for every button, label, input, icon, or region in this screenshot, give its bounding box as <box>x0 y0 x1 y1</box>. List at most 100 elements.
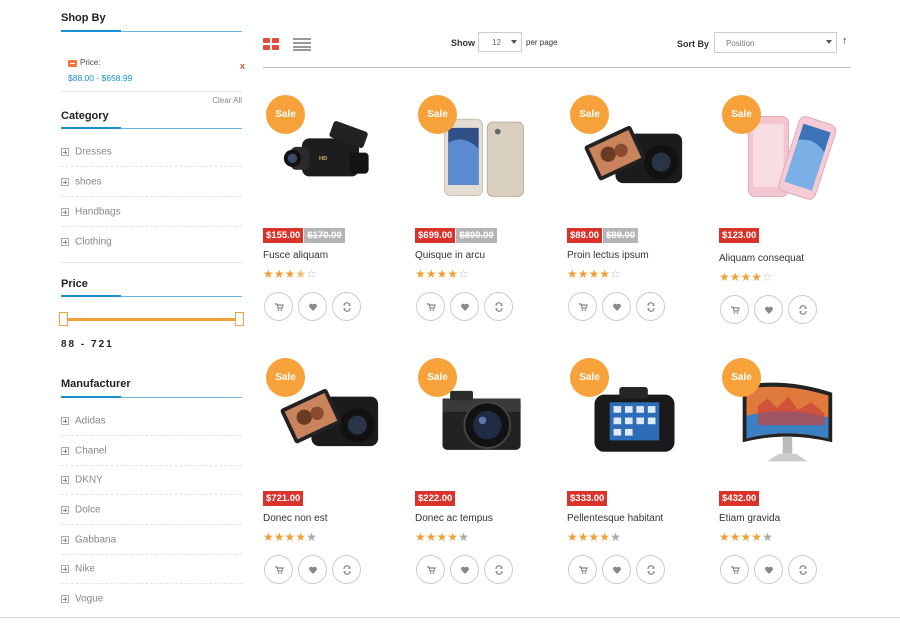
list-view-icon[interactable] <box>293 38 311 51</box>
category-item-clothing[interactable]: Clothing <box>61 227 242 257</box>
limiter-select[interactable]: 12 <box>478 32 522 52</box>
price-row: $699.00 $800.00 <box>415 225 497 243</box>
sort-by-label: Sort By <box>677 39 710 49</box>
manufacturer-item-label: Vogue <box>75 593 104 605</box>
category-item-dresses[interactable]: Dresses <box>61 137 242 167</box>
wishlist-heart-icon[interactable] <box>602 292 631 321</box>
star-icon: ★ <box>447 267 459 281</box>
add-to-cart-icon[interactable] <box>264 555 293 584</box>
sale-badge: Sale <box>570 95 609 134</box>
manufacturer-item-dolce[interactable]: Dolce <box>61 495 242 525</box>
price-slider-max-handle[interactable] <box>235 312 244 326</box>
star-icon: ★ <box>610 530 621 544</box>
category-underline <box>61 127 242 129</box>
compare-icon[interactable] <box>636 555 665 584</box>
rating-stars: ★★★★☆ <box>567 268 621 280</box>
limiter-value: 12 <box>492 38 501 47</box>
product-card[interactable]: Sale $721.00 Donec non est ★★★★★ <box>263 358 403 598</box>
compare-icon[interactable] <box>484 292 513 321</box>
compare-icon[interactable] <box>788 555 817 584</box>
product-card[interactable]: Sale $222.00 Donec ac tempus ★★★★★ <box>415 358 555 598</box>
manufacturer-item-adidas[interactable]: Adidas <box>61 406 242 436</box>
price-slider-min-handle[interactable] <box>59 312 68 326</box>
manufacturer-item-gabbana[interactable]: Gabbana <box>61 525 242 555</box>
manufacturer-item-chanel[interactable]: Chanel <box>61 436 242 466</box>
add-to-cart-icon[interactable] <box>568 555 597 584</box>
wishlist-heart-icon[interactable] <box>754 555 783 584</box>
star-icon: ★ <box>415 267 426 281</box>
product-name-link[interactable]: Pellentesque habitant <box>567 513 663 524</box>
price-slider-track[interactable] <box>63 318 240 321</box>
manufacturer-item-vogue[interactable]: Vogue <box>61 584 242 614</box>
manufacturer-item-nike[interactable]: Nike <box>61 554 242 584</box>
remove-filter-icon[interactable]: x <box>240 62 245 71</box>
compare-icon[interactable] <box>484 555 513 584</box>
special-price: $222.00 <box>415 491 456 506</box>
star-icon: ★ <box>577 267 589 281</box>
rating-stars: ★★★★☆ <box>719 271 773 283</box>
sale-badge: Sale <box>266 358 305 397</box>
shop-by-underline <box>61 30 242 32</box>
expand-plus-icon <box>61 535 69 544</box>
compare-icon[interactable] <box>636 292 665 321</box>
product-name-link[interactable]: Quisque in arcu <box>415 250 485 261</box>
grid-view-icon[interactable] <box>263 38 279 51</box>
divider <box>61 91 242 92</box>
product-card[interactable]: Sale HD $155.00 $170.00 Fusce aliquam ★★★★☆ <box>263 95 403 335</box>
svg-text:HD: HD <box>319 156 327 162</box>
price-row: $333.00 <box>567 488 608 506</box>
wishlist-heart-icon[interactable] <box>298 292 327 321</box>
star-icon: ★ <box>588 530 600 544</box>
rating-stars: ★★★★☆ <box>263 268 317 280</box>
product-name-link[interactable]: Donec non est <box>263 513 328 524</box>
product-card[interactable]: Sale $699.00 $800.00 Quisque in arcu ★★★★☆ <box>415 95 555 335</box>
manufacturer-item-dkny[interactable]: DKNY <box>61 465 242 495</box>
wishlist-heart-icon[interactable] <box>602 555 631 584</box>
add-to-cart-icon[interactable] <box>416 555 445 584</box>
product-card[interactable]: Sale $333.00 Pellentesque habitant ★★★★★ <box>567 358 707 598</box>
wishlist-heart-icon[interactable] <box>754 295 783 324</box>
expand-plus-icon <box>61 564 69 573</box>
expand-plus-icon <box>61 177 69 186</box>
sort-by-select[interactable]: Position <box>714 32 837 53</box>
manufacturer-item-label: Adidas <box>75 415 106 426</box>
wishlist-heart-icon[interactable] <box>450 292 479 321</box>
star-icon: ★ <box>599 267 611 281</box>
add-to-cart-icon[interactable] <box>720 555 749 584</box>
product-name-link[interactable]: Donec ac tempus <box>415 513 493 524</box>
price-row: $155.00 $170.00 <box>263 225 345 243</box>
category-item-handbags[interactable]: Handbags <box>61 197 242 227</box>
category-item-shoes[interactable]: shoes <box>61 167 242 197</box>
compare-icon[interactable] <box>332 555 361 584</box>
sale-badge: Sale <box>418 358 457 397</box>
product-card[interactable]: Sale $123.00 Aliquam consequat ★★★★☆ <box>719 95 859 335</box>
add-to-cart-icon[interactable] <box>264 292 293 321</box>
product-card[interactable]: Sale $432.00 Etiam gravida ★★★★★ <box>719 358 859 598</box>
special-price: $432.00 <box>719 491 760 506</box>
product-name-link[interactable]: Proin lectus ipsum <box>567 250 649 261</box>
add-to-cart-icon[interactable] <box>720 295 749 324</box>
compare-icon[interactable] <box>788 295 817 324</box>
product-name-link[interactable]: Etiam gravida <box>719 513 780 524</box>
star-icon: ★ <box>295 267 307 281</box>
rating-stars: ★★★★☆ <box>415 268 469 280</box>
product-card[interactable]: Sale $88.00 $99.00 Proin lectus ipsum ★★★★☆ <box>567 95 707 335</box>
wishlist-heart-icon[interactable] <box>298 555 327 584</box>
clear-all-link[interactable]: Clear All <box>212 96 242 105</box>
product-name-link[interactable]: Fusce aliquam <box>263 250 328 261</box>
manufacturer-item-label: Nike <box>75 563 96 574</box>
compare-icon[interactable] <box>332 292 361 321</box>
expand-plus-icon <box>61 147 69 156</box>
product-name-link[interactable]: Aliquam consequat <box>719 253 804 264</box>
star-icon: ☆ <box>610 267 621 281</box>
chevron-down-icon <box>511 40 517 44</box>
add-to-cart-icon[interactable] <box>416 292 445 321</box>
sale-badge: Sale <box>570 358 609 397</box>
wishlist-heart-icon[interactable] <box>450 555 479 584</box>
add-to-cart-icon[interactable] <box>568 292 597 321</box>
star-icon: ★ <box>719 270 730 284</box>
expand-plus-icon <box>61 446 69 455</box>
sort-direction-icon[interactable]: ↑ <box>842 35 848 47</box>
special-price: $123.00 <box>719 228 760 243</box>
price-row: $88.00 $99.00 <box>567 225 639 243</box>
